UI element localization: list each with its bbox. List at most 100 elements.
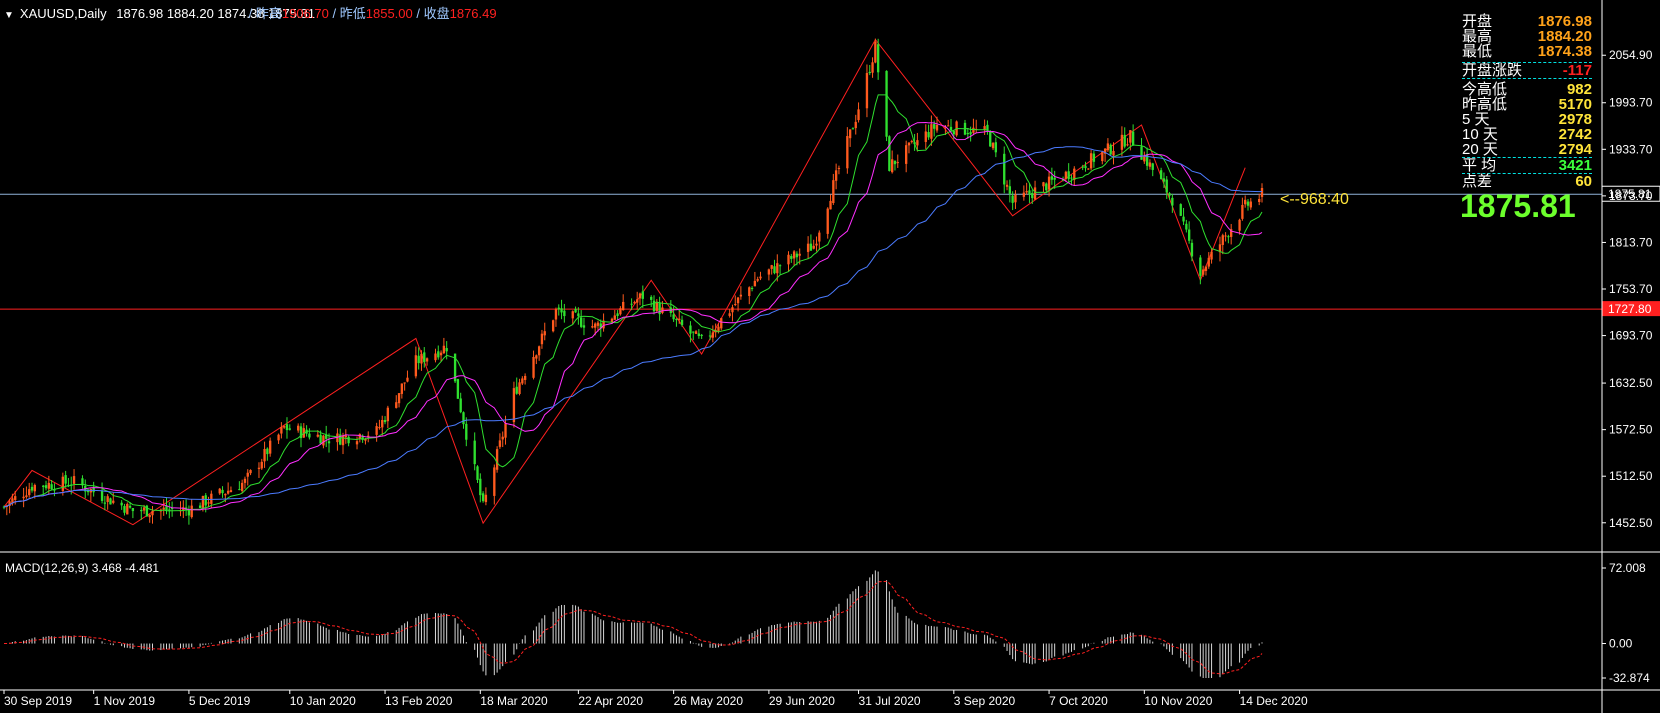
candle <box>949 126 953 131</box>
candle <box>120 502 123 506</box>
price-tick-label: 1753.70 <box>1609 282 1653 296</box>
candle <box>25 495 28 497</box>
info-row: 昨高低 5170 <box>1462 97 1592 112</box>
candle <box>512 388 516 423</box>
candle <box>123 506 126 513</box>
candle <box>1022 192 1026 197</box>
candle <box>456 378 460 399</box>
candle <box>655 301 658 311</box>
dropdown-icon[interactable]: ▼ <box>4 10 14 21</box>
price-tick-label: 1693.70 <box>1609 329 1653 343</box>
candle <box>1140 146 1143 160</box>
info-value: 3421 <box>1558 157 1592 174</box>
candle <box>378 427 381 429</box>
candle <box>773 266 776 274</box>
info-row: 最低 1874.38 <box>1462 44 1592 59</box>
candle <box>459 398 462 413</box>
candle <box>495 449 499 470</box>
time-tick-label: 31 Jul 2020 <box>859 694 921 708</box>
candle <box>792 251 796 259</box>
info-row: 10 天 2742 <box>1462 127 1592 142</box>
candle <box>574 308 577 313</box>
info-row: 平 均 3421 <box>1462 157 1592 174</box>
info-row: 20 天 2794 <box>1462 142 1592 157</box>
price-tick-label: 1813.70 <box>1609 235 1653 249</box>
time-tick-label: 30 Sep 2019 <box>4 694 72 708</box>
candle <box>61 476 65 491</box>
candle <box>1045 183 1048 191</box>
candle <box>30 486 34 491</box>
candle <box>504 423 507 438</box>
candle <box>44 485 48 489</box>
info-row: 5 天 2978 <box>1462 112 1592 127</box>
support-axis-label: 1727.80 <box>1608 302 1652 316</box>
candle <box>770 265 773 269</box>
candle <box>650 296 653 300</box>
candle <box>563 310 566 317</box>
candle <box>571 311 574 319</box>
candle <box>263 448 266 462</box>
candle <box>285 424 289 431</box>
close-value: 1876.49 <box>449 6 497 21</box>
candle <box>238 489 241 491</box>
candle <box>140 509 143 512</box>
candle <box>1201 269 1205 275</box>
candle <box>1162 178 1166 182</box>
candle <box>1053 177 1056 180</box>
candle <box>910 141 913 143</box>
info-label: 20 天 <box>1462 141 1498 158</box>
candle <box>28 489 31 496</box>
candle <box>498 440 502 447</box>
candle <box>734 303 737 306</box>
candle <box>969 132 972 135</box>
candle <box>582 325 586 328</box>
candle <box>1168 193 1171 196</box>
candle <box>395 402 398 408</box>
candle <box>347 436 350 444</box>
candle <box>767 269 771 275</box>
candle <box>680 319 684 326</box>
candle <box>837 167 841 169</box>
candle <box>100 490 104 501</box>
candle <box>924 131 927 142</box>
candle <box>386 407 390 422</box>
candle <box>708 335 712 337</box>
candle <box>151 511 154 516</box>
candle <box>344 435 347 438</box>
candle <box>198 505 202 508</box>
candle <box>316 434 319 437</box>
candle <box>493 467 496 496</box>
candle <box>728 313 731 316</box>
candle <box>622 301 625 311</box>
candle <box>846 135 849 169</box>
candle <box>218 488 221 494</box>
candle <box>994 142 998 153</box>
candle <box>476 466 479 480</box>
candle <box>876 44 880 73</box>
candle <box>613 315 616 320</box>
candle <box>806 243 810 252</box>
candle <box>112 500 115 503</box>
candle <box>851 128 855 130</box>
candle <box>1025 191 1028 193</box>
time-tick-label: 29 Jun 2020 <box>769 694 835 708</box>
candle <box>1033 187 1037 200</box>
candle <box>1081 166 1084 168</box>
candle <box>383 420 387 423</box>
info-row: 开盘 1876.98 <box>1462 14 1592 29</box>
macd-tick-label: 72.008 <box>1609 561 1646 575</box>
candle <box>848 129 852 139</box>
candle <box>750 287 754 289</box>
candle <box>308 433 311 438</box>
candle <box>442 345 446 354</box>
candle <box>989 131 992 147</box>
candle <box>240 482 244 491</box>
candle <box>543 331 546 336</box>
candle <box>1070 177 1073 179</box>
time-tick-label: 7 Oct 2020 <box>1049 694 1108 708</box>
candle <box>142 507 146 511</box>
candle <box>678 318 681 320</box>
candle <box>106 496 109 502</box>
candle <box>1112 150 1115 156</box>
candle <box>1148 162 1152 167</box>
